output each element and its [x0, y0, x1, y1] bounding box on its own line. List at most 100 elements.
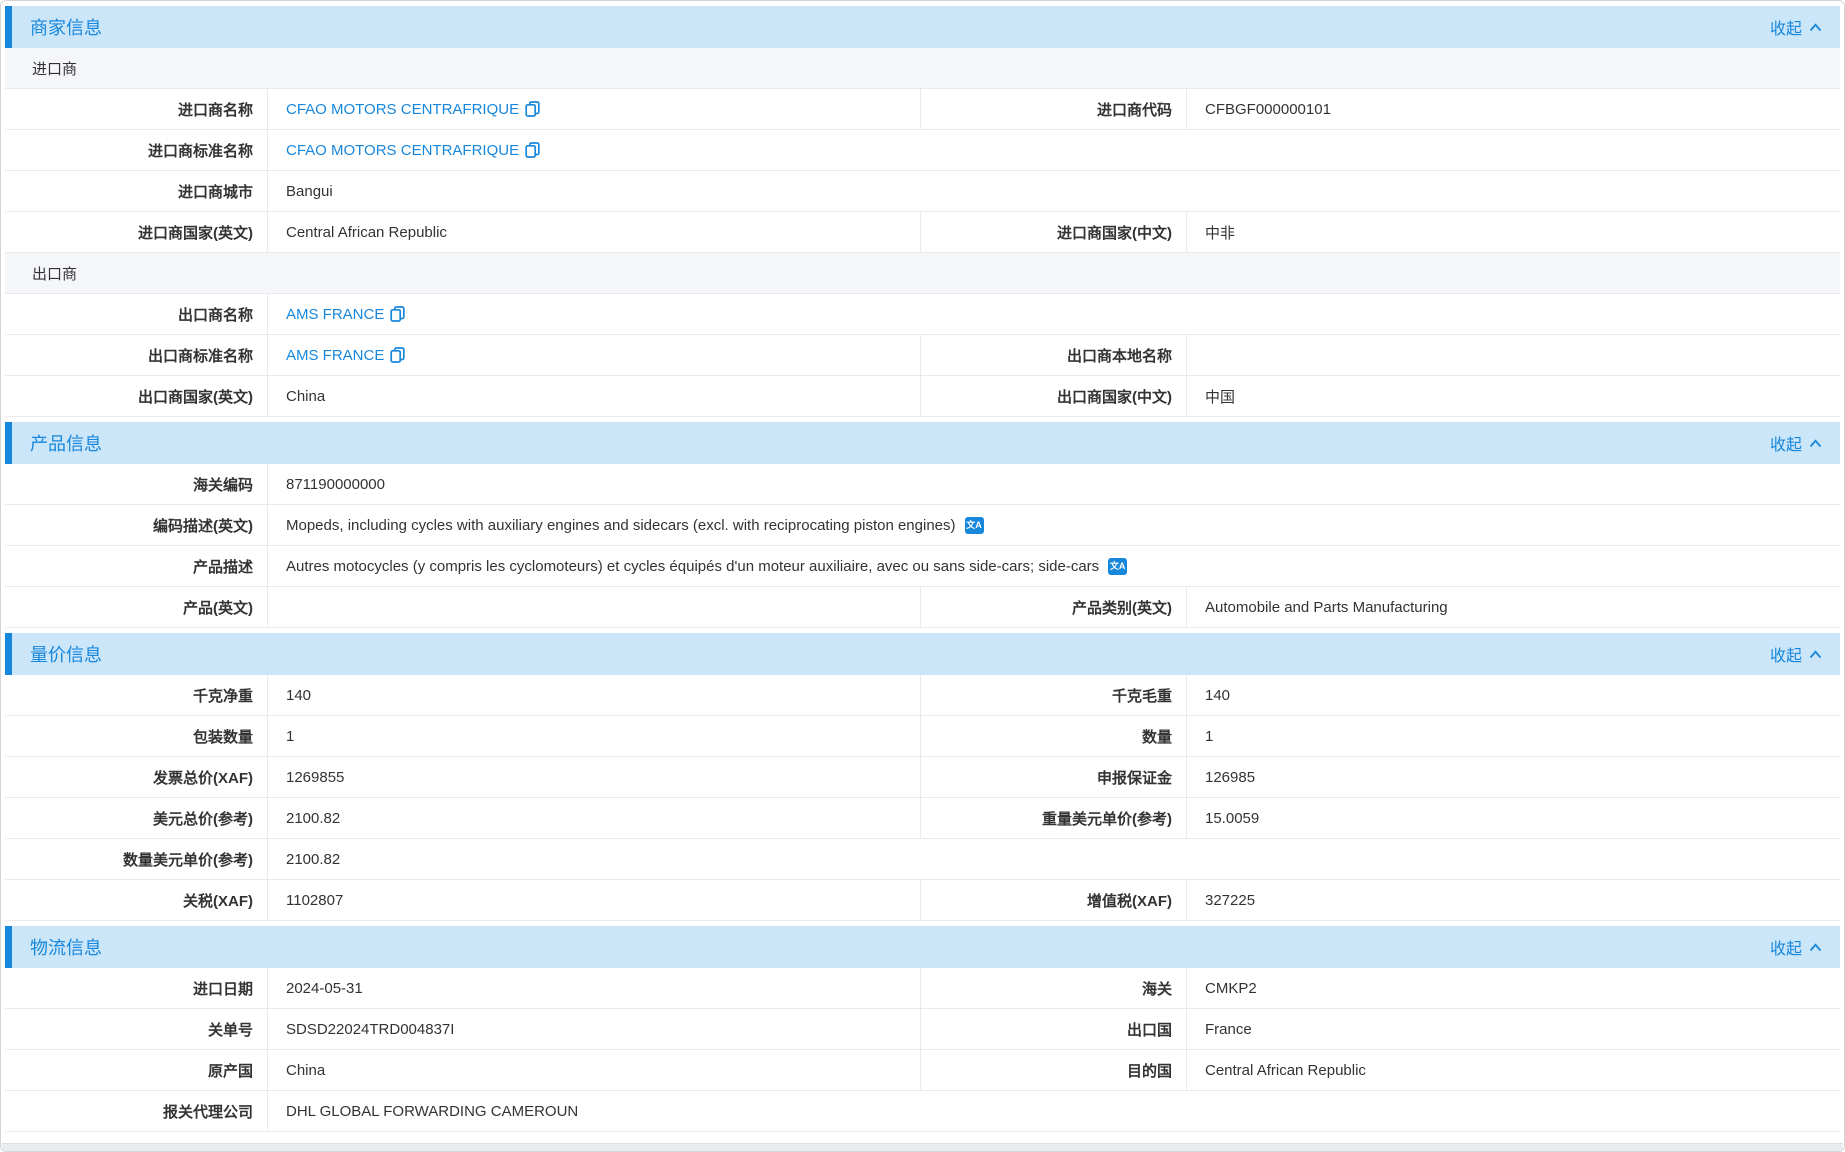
field-label: 产品(英文) — [5, 587, 268, 627]
table-row: 美元总价(参考)2100.82重量美元单价(参考)15.0059 — [5, 798, 1840, 839]
section-header: 产品信息 收起 — [5, 422, 1840, 464]
field-value-text: 15.0059 — [1205, 810, 1259, 827]
sections-container: 商家信息收起进口商进口商名称CFAO MOTORS CENTRAFRIQUE进口… — [5, 6, 1840, 1132]
field-label: 目的国 — [921, 1050, 1187, 1090]
field-value — [1187, 335, 1840, 375]
chevron-up-icon — [1809, 650, 1822, 659]
field-value-text: DHL GLOBAL FORWARDING CAMEROUN — [286, 1103, 578, 1120]
field-value-text: 中国 — [1205, 386, 1235, 407]
field-value-text: China — [286, 1062, 325, 1079]
field-value: Autres motocycles (y compris les cyclomo… — [268, 546, 1840, 586]
field-label: 进口商名称 — [5, 89, 268, 129]
chevron-up-icon — [1809, 23, 1822, 32]
field-value-text: Central African Republic — [1205, 1062, 1366, 1079]
subsection-title: 出口商 — [32, 263, 77, 284]
section-header: 物流信息 收起 — [5, 926, 1840, 968]
field-value: CFAO MOTORS CENTRAFRIQUE — [268, 89, 921, 129]
table-row: 数量美元单价(参考)2100.82 — [5, 839, 1840, 880]
section-quantity-price-info: 量价信息收起千克净重140千克毛重140包装数量1数量1发票总价(XAF)126… — [5, 633, 1840, 921]
field-label: 海关 — [921, 968, 1187, 1008]
field-label: 进口商标准名称 — [5, 130, 268, 170]
copy-icon[interactable] — [390, 347, 405, 363]
field-label: 千克净重 — [5, 675, 268, 715]
field-label: 发票总价(XAF) — [5, 757, 268, 797]
section-product-info: 产品信息收起海关编码871190000000编码描述(英文)Mopeds, in… — [5, 422, 1840, 628]
field-label: 数量 — [921, 716, 1187, 756]
field-label: 进口商国家(英文) — [5, 212, 268, 252]
collapse-button[interactable]: 收起 — [1770, 642, 1822, 666]
field-value-text: 1 — [1205, 728, 1213, 745]
field-value: France — [1187, 1009, 1840, 1049]
field-value: 中国 — [1187, 376, 1840, 416]
field-value-text: 中非 — [1205, 222, 1235, 243]
subsection-header: 出口商 — [5, 253, 1840, 294]
table-row: 报关代理公司DHL GLOBAL FORWARDING CAMEROUN — [5, 1091, 1840, 1132]
collapse-button[interactable]: 收起 — [1770, 935, 1822, 959]
field-value: 2100.82 — [268, 839, 1840, 879]
field-label: 出口商国家(英文) — [5, 376, 268, 416]
table-row: 关单号SDSD22024TRD004837I出口国France — [5, 1009, 1840, 1050]
section-header: 商家信息 收起 — [5, 6, 1840, 48]
field-value-text: 1102807 — [286, 892, 343, 909]
field-label: 产品类别(英文) — [921, 587, 1187, 627]
field-value: AMS FRANCE — [268, 294, 1840, 334]
section-title: 产品信息 — [30, 430, 102, 456]
field-label: 出口商本地名称 — [921, 335, 1187, 375]
collapse-button[interactable]: 收起 — [1770, 431, 1822, 455]
company-link[interactable]: AMS FRANCE — [286, 347, 384, 364]
table-row: 包装数量1数量1 — [5, 716, 1840, 757]
field-label: 海关编码 — [5, 464, 268, 504]
section-merchant-info: 商家信息 收起进口商进口商名称 CFAO MOTORS CENTRAFRIQUE 进口… — [5, 6, 1840, 417]
company-link[interactable]: AMS FRANCE — [286, 306, 384, 323]
field-label: 出口商名称 — [5, 294, 268, 334]
subsection-title: 进口商 — [32, 58, 77, 79]
field-value: 1102807 — [268, 880, 921, 920]
translate-icon[interactable]: 文A — [1108, 558, 1127, 575]
section-accent-bar — [5, 633, 12, 675]
field-value-text: Central African Republic — [286, 224, 447, 241]
chevron-up-icon — [1809, 943, 1822, 952]
field-value-text: 1269855 — [286, 769, 344, 786]
field-value: 126985 — [1187, 757, 1840, 797]
field-value-text: 2024-05-31 — [286, 980, 363, 997]
field-value: Automobile and Parts Manufacturing — [1187, 587, 1840, 627]
field-value-text: CFBGF000000101 — [1205, 101, 1331, 118]
collapse-button[interactable]: 收起 — [1770, 15, 1822, 39]
field-value: 2100.82 — [268, 798, 921, 838]
field-value-text: 327225 — [1205, 892, 1255, 909]
field-label: 增值税(XAF) — [921, 880, 1187, 920]
table-row: 进口日期 2024-05-31 海关 CMKP2 — [5, 968, 1840, 1009]
subsection-header: 进口商 — [5, 48, 1840, 89]
field-label: 出口商标准名称 — [5, 335, 268, 375]
field-value-text: Autres motocycles (y compris les cyclomo… — [286, 558, 1099, 575]
table-row: 产品(英文) 产品类别(英文)Automobile and Parts Manuf… — [5, 587, 1840, 628]
collapse-label: 收起 — [1770, 431, 1802, 455]
field-value-text: CMKP2 — [1205, 980, 1257, 997]
table-row: 进口商城市Bangui — [5, 171, 1840, 212]
field-value-text: Mopeds, including cycles with auxiliary … — [286, 517, 956, 534]
company-link[interactable]: CFAO MOTORS CENTRAFRIQUE — [286, 142, 519, 159]
field-label: 出口商国家(中文) — [921, 376, 1187, 416]
field-value-text: Bangui — [286, 183, 333, 200]
section-accent-bar — [5, 422, 12, 464]
field-value: 1269855 — [268, 757, 921, 797]
copy-icon[interactable] — [525, 101, 540, 117]
field-value: 中非 — [1187, 212, 1840, 252]
translate-icon[interactable]: 文A — [965, 517, 984, 534]
field-value: China — [268, 1050, 921, 1090]
field-value: 15.0059 — [1187, 798, 1840, 838]
copy-icon-glyph — [525, 142, 540, 158]
field-value: 140 — [1187, 675, 1840, 715]
copy-icon[interactable] — [390, 306, 405, 322]
horizontal-scrollbar[interactable] — [2, 1143, 1843, 1151]
field-label: 进口日期 — [5, 968, 268, 1008]
copy-icon-glyph — [525, 101, 540, 117]
company-link[interactable]: CFAO MOTORS CENTRAFRIQUE — [286, 101, 519, 118]
section-title: 商家信息 — [30, 14, 102, 40]
table-row: 千克净重140千克毛重140 — [5, 675, 1840, 716]
section-title: 物流信息 — [30, 934, 102, 960]
copy-icon[interactable] — [525, 142, 540, 158]
field-label: 编码描述(英文) — [5, 505, 268, 545]
table-row: 产品描述Autres motocycles (y compris les cyc… — [5, 546, 1840, 587]
field-value: Central African Republic — [268, 212, 921, 252]
